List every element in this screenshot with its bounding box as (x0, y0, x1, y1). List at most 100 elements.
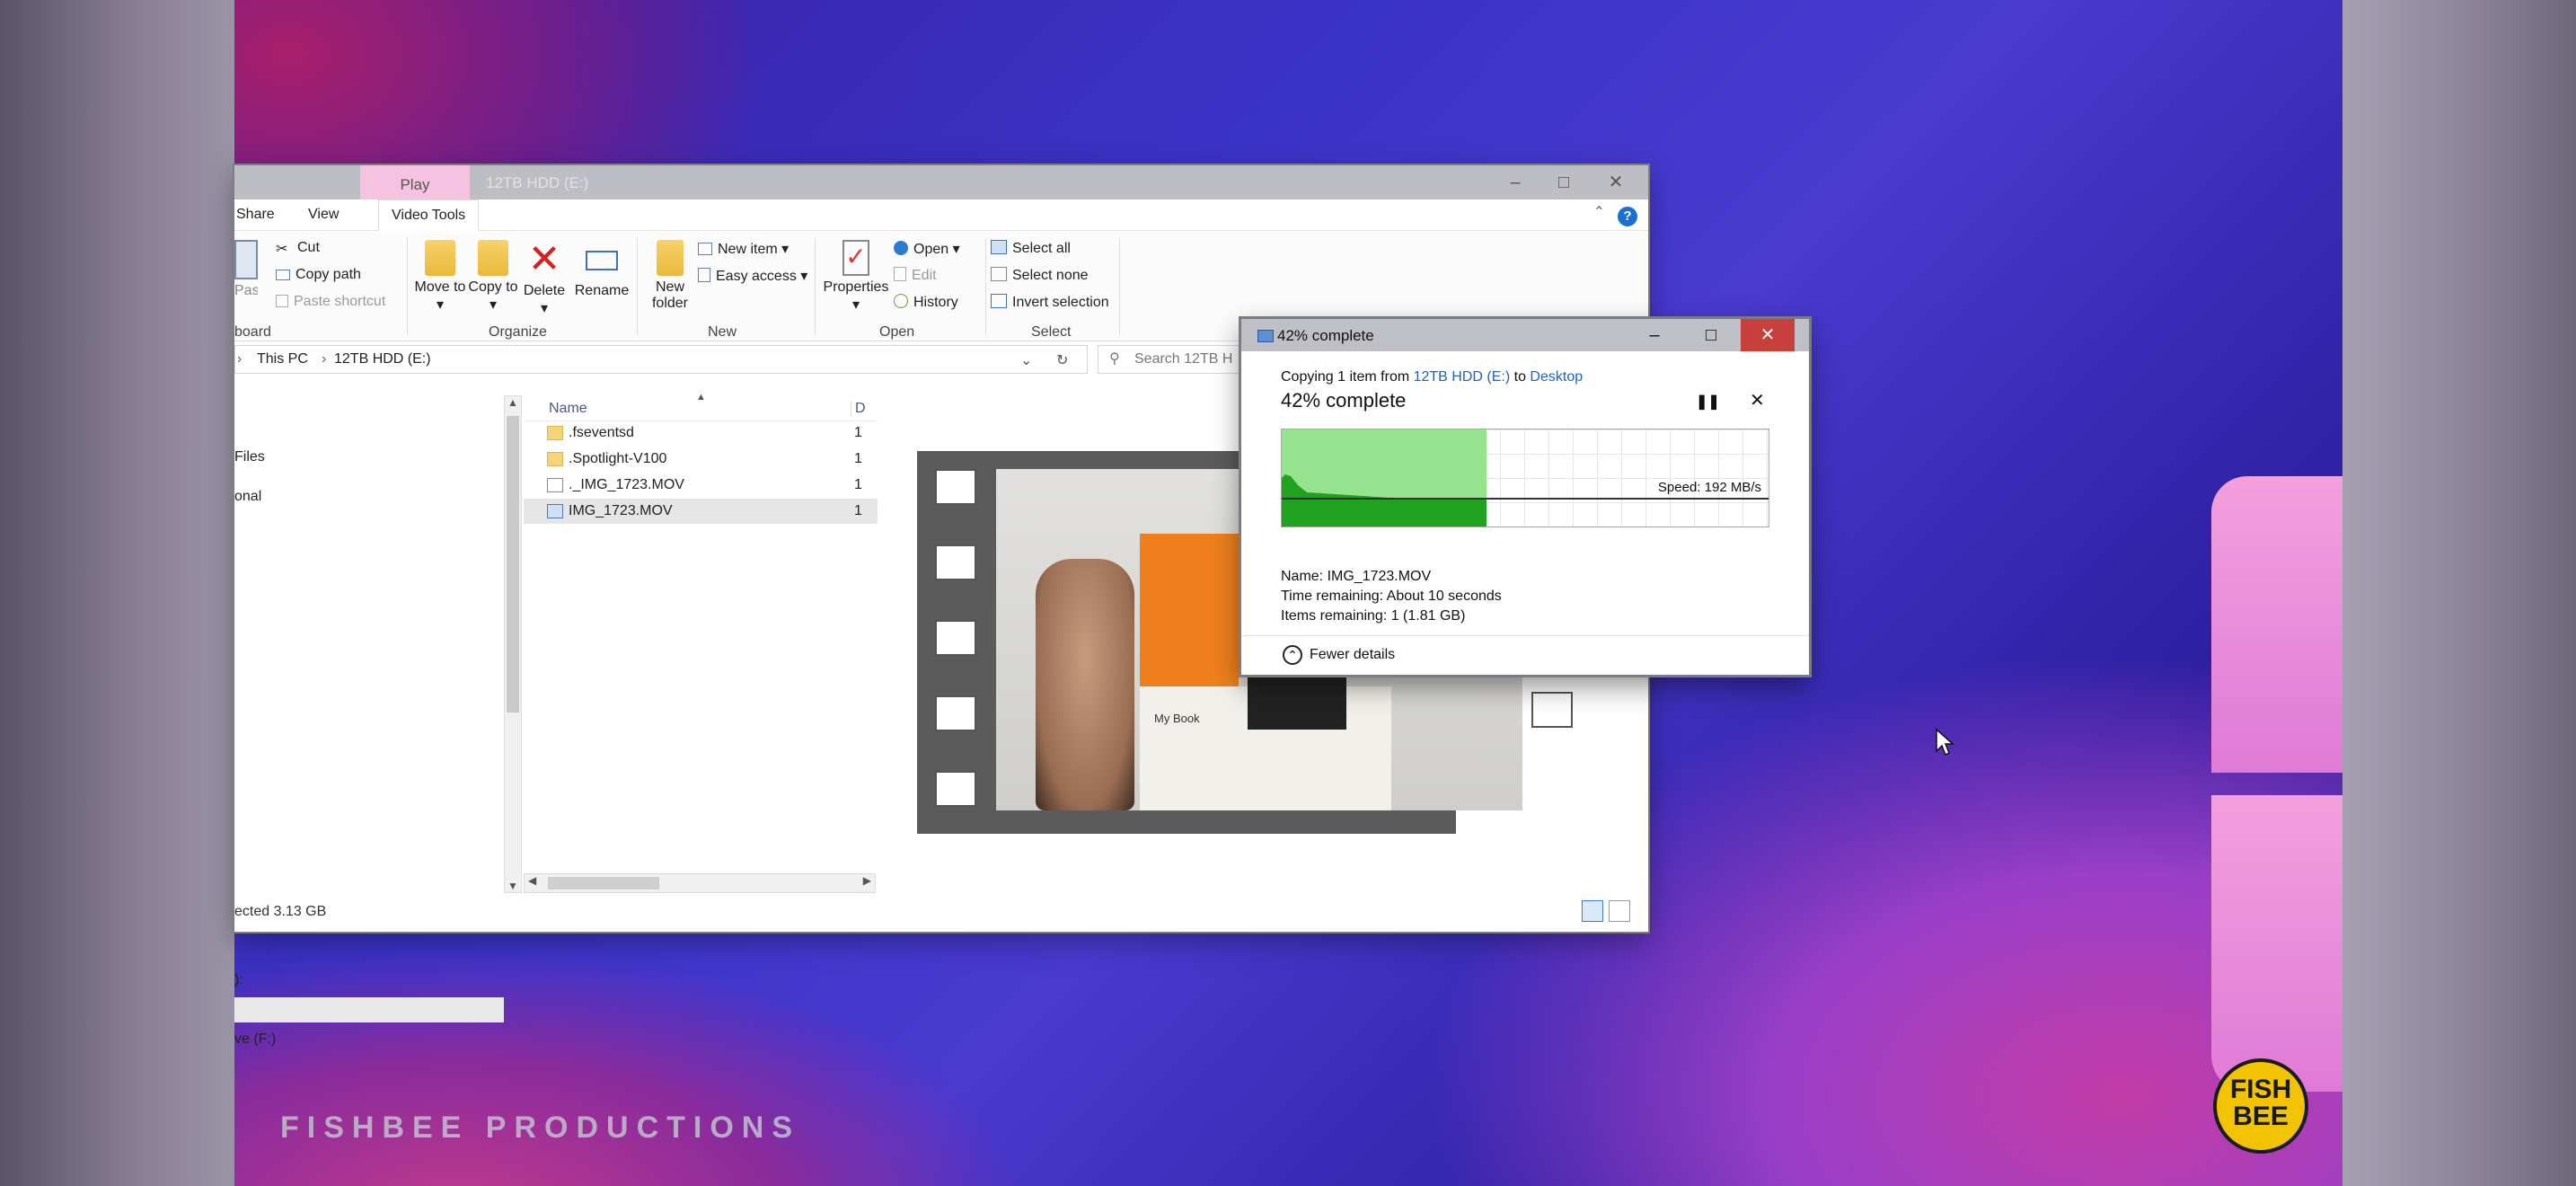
paste-button[interactable]: Paste (234, 240, 258, 299)
separator (985, 238, 986, 335)
open-icon (894, 241, 908, 255)
collapse-ribbon-icon[interactable]: ⌃ (1593, 203, 1605, 221)
select-none-icon (991, 267, 1007, 281)
cut-button[interactable]: ✂ Cut (276, 240, 320, 257)
dialog-title-bar: 42% complete – □ ✕ (1241, 319, 1809, 351)
details-view-icon[interactable] (1582, 900, 1603, 922)
list-item[interactable]: .Spotlight-V100 1 (524, 447, 878, 472)
edit-icon (894, 267, 906, 281)
open-button[interactable]: Open ▾ (894, 240, 960, 258)
dialog-close-button[interactable]: ✕ (1741, 319, 1795, 351)
window-title: 12TB HDD (E:) (486, 174, 589, 191)
windows-logo-top (2211, 476, 2342, 773)
film-hole (935, 695, 976, 731)
column-name[interactable]: Name (549, 401, 587, 417)
list-item[interactable]: .fseventsd 1 (524, 420, 878, 446)
history-button[interactable]: History (894, 294, 958, 311)
dialog-title: 42% complete (1277, 327, 1374, 344)
close-button[interactable]: ✕ (1589, 169, 1643, 196)
breadcrumb-separator: › (237, 351, 243, 367)
address-bar[interactable]: › This PC › 12TB HDD (E:) ⌄ ↻ (234, 345, 1088, 374)
sort-ascending-icon: ▲ (696, 392, 706, 403)
select-none-button[interactable]: Select none (991, 267, 1089, 284)
cancel-copy-icon[interactable]: ✕ (1750, 389, 1765, 412)
nav-item-highlight[interactable] (234, 997, 504, 1022)
copy-path-button[interactable]: Copy path (276, 267, 361, 283)
search-placeholder: Search 12TB H (1134, 351, 1233, 367)
open-group-label: Open (879, 324, 915, 340)
list-item[interactable]: ._IMG_1723.MOV 1 (524, 473, 878, 498)
fewer-details-button[interactable]: ⌃ Fewer details (1241, 635, 1809, 676)
horizontal-scrollbar[interactable]: ◀ ▶ (524, 873, 876, 893)
delete-button[interactable]: ✕ Delete ▾ (518, 240, 570, 317)
horizontal-scroll-thumb[interactable] (548, 877, 659, 890)
watermark: FISHBEE PRODUCTIONS (280, 1111, 801, 1145)
file-name: IMG_1723.MOV (569, 503, 673, 518)
nav-item[interactable]: onal (234, 489, 261, 505)
destination-link[interactable]: Desktop (1530, 369, 1583, 385)
nav-item[interactable]: ve (F:) (234, 1031, 276, 1048)
edit-button[interactable]: Edit (894, 267, 937, 284)
clipboard-group-label: board (234, 324, 271, 340)
chevron-up-icon: ⌃ (1283, 645, 1302, 665)
nav-item[interactable]: ): (234, 972, 243, 988)
invert-selection-button[interactable]: Invert selection (991, 294, 1109, 311)
breadcrumb-drive[interactable]: 12TB HDD (E:) (334, 351, 431, 367)
right-pillar (2342, 0, 2576, 1186)
nav-scrollbar[interactable]: ▲ ▼ (504, 395, 522, 893)
new-item-icon (698, 243, 712, 255)
breadcrumb-this-pc[interactable]: This PC (257, 351, 308, 367)
properties-button[interactable]: ✓ Properties ▾ (820, 240, 892, 314)
properties-icon: ✓ (842, 240, 869, 276)
new-item-button[interactable]: New item ▾ (698, 240, 789, 258)
new-folder-icon (657, 240, 684, 276)
windows-logo-bottom (2211, 795, 2342, 1092)
dialog-body: Copying 1 item from 12TB HDD (E:) to Des… (1241, 351, 1809, 675)
scroll-left-icon[interactable]: ◀ (528, 874, 536, 887)
minimize-button[interactable]: – (1488, 169, 1542, 196)
file-date: 1 (854, 451, 862, 466)
rename-button[interactable]: Rename (570, 240, 633, 299)
maximize-button[interactable]: □ (1537, 169, 1591, 196)
film-hole (935, 771, 976, 807)
tab-video-tools[interactable]: Video Tools (378, 199, 480, 231)
speed-label: Speed: 192 MB/s (1657, 480, 1761, 495)
list-item[interactable]: IMG_1723.MOV 1 (524, 499, 878, 524)
nav-item[interactable]: Files (234, 449, 265, 465)
easy-access-icon (698, 268, 710, 282)
dialog-maximize-button[interactable]: □ (1684, 319, 1738, 351)
folder-icon (547, 452, 563, 466)
select-group-label: Select (1031, 324, 1072, 340)
tab-share[interactable]: Share (236, 207, 275, 223)
scroll-up-icon[interactable]: ▲ (507, 396, 518, 409)
copy-to-button[interactable]: Copy to ▾ (468, 240, 518, 314)
nav-scroll-thumb[interactable] (507, 416, 519, 712)
hand-image (1036, 559, 1134, 810)
refresh-icon[interactable]: ↻ (1056, 351, 1068, 369)
detail-name: Name: IMG_1723.MOV (1281, 569, 1432, 584)
separator (637, 238, 638, 335)
select-all-button[interactable]: Select all (991, 240, 1071, 257)
help-icon[interactable]: ? (1618, 207, 1637, 226)
copy-details: Name: IMG_1723.MOV Time remaining: About… (1281, 567, 1502, 626)
search-icon: ⚲ (1109, 351, 1120, 367)
ribbon-tabs: Share View Video Tools ⌃ ? (234, 199, 1648, 231)
dropdown-chevron-icon[interactable]: ⌄ (1020, 351, 1032, 369)
paste-shortcut-button[interactable]: Paste shortcut (276, 294, 385, 310)
large-icons-view-icon[interactable] (1609, 900, 1630, 922)
tab-view[interactable]: View (308, 207, 339, 223)
pause-icon[interactable]: ❚❚ (1696, 393, 1720, 411)
scroll-down-icon[interactable]: ▼ (507, 880, 518, 892)
scroll-right-icon[interactable]: ▶ (863, 874, 871, 887)
dialog-minimize-button[interactable]: – (1628, 319, 1681, 351)
column-date[interactable]: D (851, 401, 866, 417)
badge-line-1: FISH (2229, 1075, 2292, 1104)
move-to-button[interactable]: Move to ▾ (412, 240, 468, 314)
source-link[interactable]: 12TB HDD (E:) (1414, 369, 1511, 385)
title-bar: Play 12TB HDD (E:) – □ ✕ (234, 165, 1648, 199)
easy-access-button[interactable]: Easy access ▾ (698, 267, 807, 285)
file-date: 1 (854, 503, 862, 518)
detail-time-remaining: Time remaining: About 10 seconds (1281, 589, 1502, 604)
tab-play[interactable]: Play (360, 165, 470, 199)
new-folder-button[interactable]: New folder (642, 240, 698, 312)
